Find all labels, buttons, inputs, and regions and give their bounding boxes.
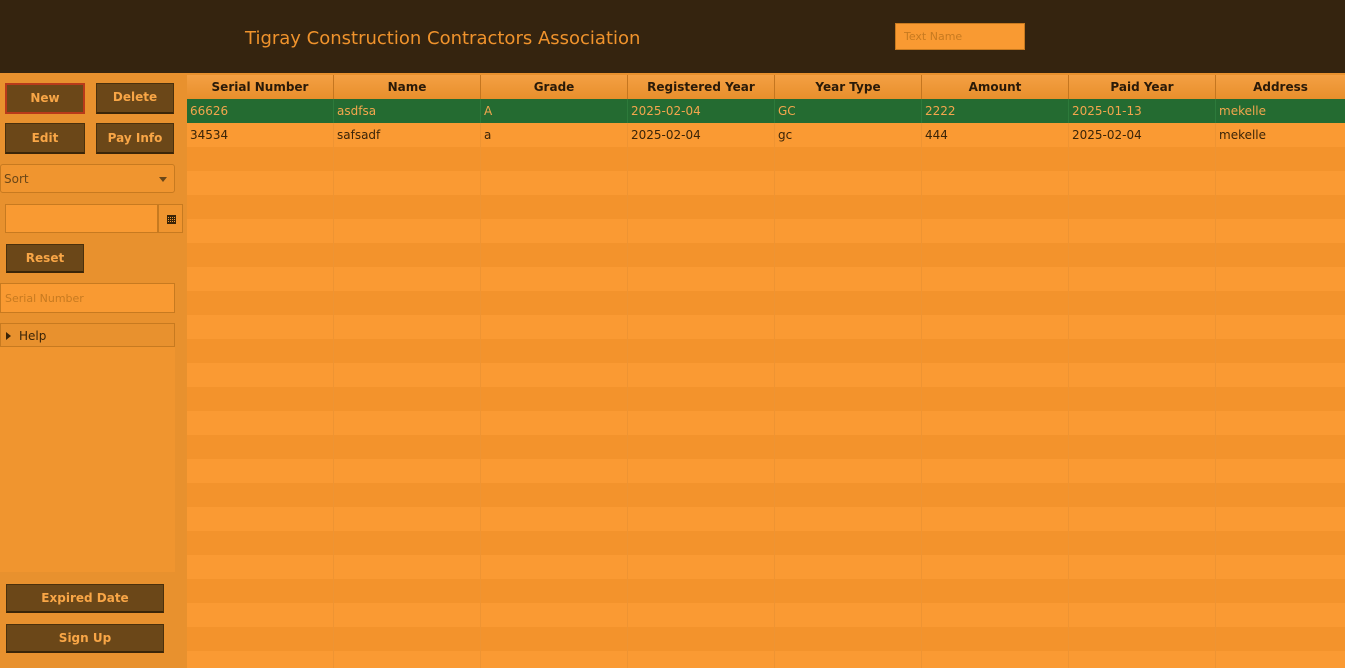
empty-row: [187, 435, 1345, 459]
new-button[interactable]: New: [5, 83, 85, 114]
date-picker-button[interactable]: [158, 204, 183, 233]
pay-info-button[interactable]: Pay Info: [96, 123, 174, 154]
column-gridline: [480, 100, 481, 668]
empty-row: [187, 387, 1345, 411]
help-label: Help: [19, 329, 47, 343]
calendar-icon: [167, 215, 176, 224]
empty-row: [187, 579, 1345, 603]
table-header: Serial Number Name Grade Registered Year…: [187, 75, 1345, 100]
table-cell: mekelle: [1219, 128, 1267, 142]
help-toggle[interactable]: Help: [0, 323, 175, 347]
empty-row: [187, 243, 1345, 267]
table-cell: 2222: [922, 99, 1069, 123]
expand-arrow-icon: [6, 332, 11, 340]
empty-row: [187, 531, 1345, 555]
sort-dropdown[interactable]: Sort: [0, 164, 175, 193]
sidebar: New Delete Edit Pay Info Sort Reset Help…: [0, 73, 185, 668]
empty-row: [187, 219, 1345, 243]
column-header[interactable]: Amount: [922, 75, 1069, 99]
column-gridline: [627, 100, 628, 668]
column-header[interactable]: Grade: [481, 75, 628, 99]
table-cell: mekelle: [1219, 104, 1267, 118]
expired-date-button[interactable]: Expired Date: [6, 584, 164, 613]
column-header[interactable]: Year Type: [775, 75, 922, 99]
column-gridline: [1068, 100, 1069, 668]
empty-row: [187, 315, 1345, 339]
empty-row: [187, 267, 1345, 291]
sign-up-button[interactable]: Sign Up: [6, 624, 164, 653]
table-cell: A: [481, 99, 628, 123]
contractors-table[interactable]: Serial Number Name Grade Registered Year…: [187, 75, 1345, 668]
column-header[interactable]: Serial Number: [187, 75, 334, 99]
column-gridline: [921, 100, 922, 668]
app-header: Tigray Construction Contractors Associat…: [0, 0, 1345, 73]
column-header[interactable]: Registered Year: [628, 75, 775, 99]
column-header[interactable]: Address: [1216, 75, 1345, 99]
table-cell: 2025-02-04: [628, 123, 775, 147]
table-cell: 444: [922, 123, 1069, 147]
empty-row: [187, 459, 1345, 483]
empty-row: [187, 483, 1345, 507]
empty-row: [187, 507, 1345, 531]
sort-label: Sort: [4, 172, 29, 186]
chevron-down-icon: [159, 177, 167, 182]
empty-row: [187, 555, 1345, 579]
empty-row: [187, 291, 1345, 315]
date-input[interactable]: [5, 204, 158, 233]
column-gridline: [333, 100, 334, 668]
column-gridline: [774, 100, 775, 668]
table-cell: 2025-02-04: [1069, 123, 1216, 147]
table-cell: asdfsa: [334, 99, 481, 123]
empty-row: [187, 363, 1345, 387]
empty-row: [187, 603, 1345, 627]
reset-button[interactable]: Reset: [6, 244, 84, 273]
delete-button[interactable]: Delete: [96, 83, 174, 114]
empty-row: [187, 339, 1345, 363]
empty-row: [187, 147, 1345, 171]
column-gridline: [1215, 100, 1216, 668]
empty-row: [187, 411, 1345, 435]
empty-row: [187, 171, 1345, 195]
table-cell: 2025-02-04: [628, 99, 775, 123]
table-cell: GC: [775, 99, 922, 123]
empty-row: [187, 195, 1345, 219]
table-cell: 34534: [187, 123, 334, 147]
column-header[interactable]: Paid Year: [1069, 75, 1216, 99]
column-header[interactable]: Name: [334, 75, 481, 99]
help-panel: Help: [0, 323, 175, 572]
name-search-input[interactable]: [895, 23, 1025, 50]
table-cell: 2025-01-13: [1069, 99, 1216, 123]
table-cell: 66626: [187, 99, 334, 123]
serial-number-input[interactable]: [0, 283, 175, 313]
table-cell: safsadf: [334, 123, 481, 147]
app-title: Tigray Construction Contractors Associat…: [245, 28, 641, 49]
empty-row: [187, 627, 1345, 651]
table-row[interactable]: 66626 asdfsa A 2025-02-04 GC 2222 2025-0…: [187, 99, 1345, 123]
edit-button[interactable]: Edit: [5, 123, 85, 154]
table-cell: gc: [775, 123, 922, 147]
empty-row: [187, 651, 1345, 668]
table-row[interactable]: 34534 safsadf a 2025-02-04 gc 444 2025-0…: [187, 123, 1345, 147]
table-cell: a: [481, 123, 628, 147]
